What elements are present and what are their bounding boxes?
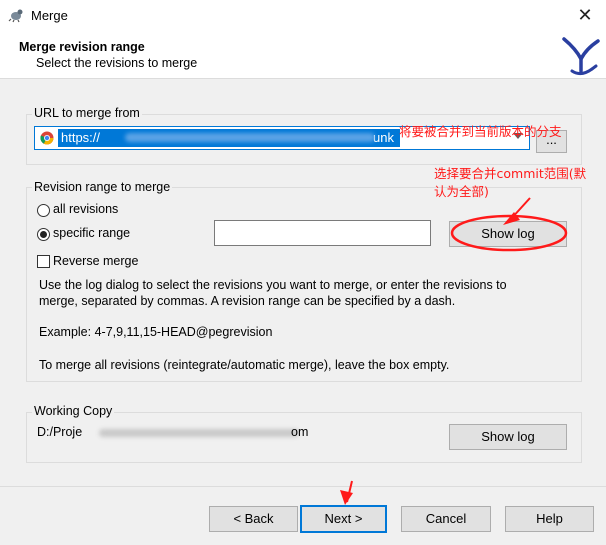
arrow-head-show-log — [503, 212, 520, 225]
annotation-overlay — [340, 197, 568, 505]
arrow-head-next — [340, 490, 353, 505]
